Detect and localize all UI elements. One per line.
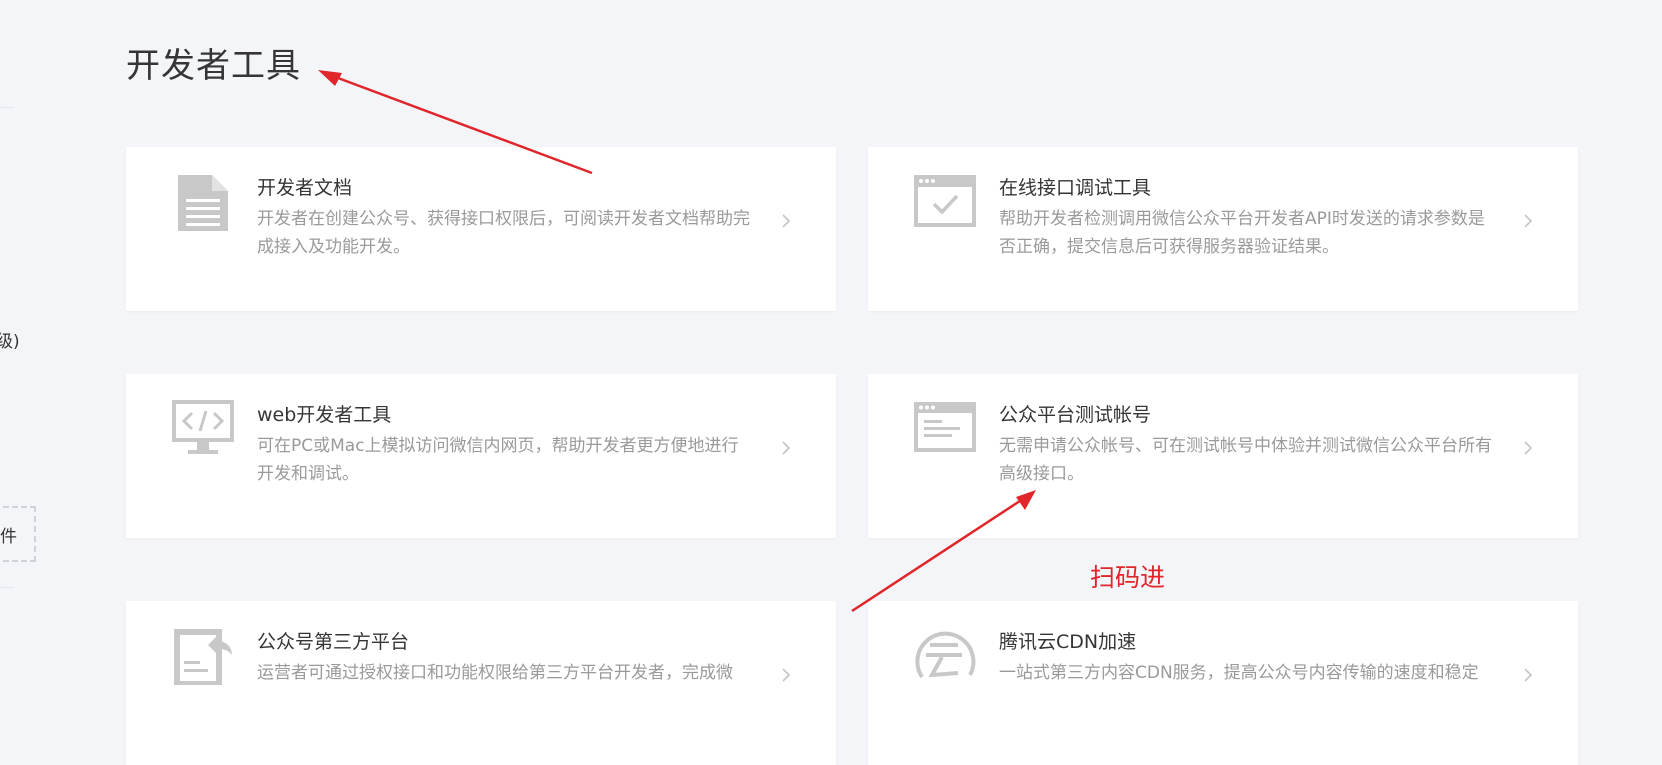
card-description: 可在PC或Mac上模拟访问微信内网页，帮助开发者更方便地进行开发和调试。 (257, 436, 739, 484)
sidebar-item-fragment-2[interactable]: 件 (0, 522, 17, 547)
card-title: 在线接口调试工具 (999, 177, 1152, 199)
card-title: 公众平台测试帐号 (999, 404, 1152, 426)
code-monitor-icon (172, 400, 234, 454)
chevron-right-icon (782, 214, 791, 228)
api-debug-window-icon (914, 175, 976, 227)
sidebar-divider (0, 107, 14, 108)
card-api-debug-tool[interactable]: 在线接口调试工具 帮助开发者检测调用微信公众平台开发者API时发送的请求参数是否… (868, 147, 1578, 311)
card-title: 公众号第三方平台 (257, 631, 410, 653)
card-developer-docs[interactable]: 开发者文档 开发者在创建公众号、获得接口权限后，可阅读开发者文档帮助完成接入及功… (126, 147, 836, 311)
scan-annotation-label: 扫码进 (1090, 563, 1166, 592)
card-description: 一站式第三方内容CDN服务，提高公众号内容传输的速度和稳定 (999, 663, 1479, 683)
sidebar-item-fragment[interactable]: 级) (0, 327, 20, 352)
card-description: 无需申请公众帐号、可在测试帐号中体验并测试微信公众平台所有高级接口。 (999, 436, 1492, 484)
third-party-platform-icon (174, 629, 232, 685)
card-title: 腾讯云CDN加速 (999, 631, 1137, 653)
chevron-right-icon (1524, 214, 1533, 228)
sidebar-divider-2 (0, 587, 14, 588)
card-description: 运营者可通过授权接口和功能权限给第三方平台开发者，完成微 (257, 663, 733, 683)
card-description: 帮助开发者检测调用微信公众平台开发者API时发送的请求参数是否正确，提交信息后可… (999, 209, 1485, 257)
document-icon (178, 175, 228, 231)
card-description: 开发者在创建公众号、获得接口权限后，可阅读开发者文档帮助完成接入及功能开发。 (257, 209, 750, 257)
chevron-right-icon (1524, 441, 1533, 455)
card-test-account[interactable]: 公众平台测试帐号 无需申请公众帐号、可在测试帐号中体验并测试微信公众平台所有高级… (868, 374, 1578, 538)
annotation-arrows (318, 70, 1036, 613)
chevron-right-icon (1524, 668, 1533, 682)
card-third-party-platform[interactable]: 公众号第三方平台 运营者可通过授权接口和功能权限给第三方平台开发者，完成微 (126, 601, 836, 765)
tencent-cloud-icon (915, 631, 976, 679)
card-title: web开发者工具 (257, 404, 392, 426)
card-web-dev-tools[interactable]: web开发者工具 可在PC或Mac上模拟访问微信内网页，帮助开发者更方便地进行开… (126, 374, 836, 538)
test-account-window-icon (914, 402, 976, 452)
card-title: 开发者文档 (257, 177, 353, 199)
page-title: 开发者工具 (126, 46, 301, 86)
chevron-right-icon (782, 441, 791, 455)
card-tencent-cloud-cdn[interactable]: 腾讯云CDN加速 一站式第三方内容CDN服务，提高公众号内容传输的速度和稳定 (868, 601, 1578, 765)
chevron-right-icon (782, 668, 791, 682)
